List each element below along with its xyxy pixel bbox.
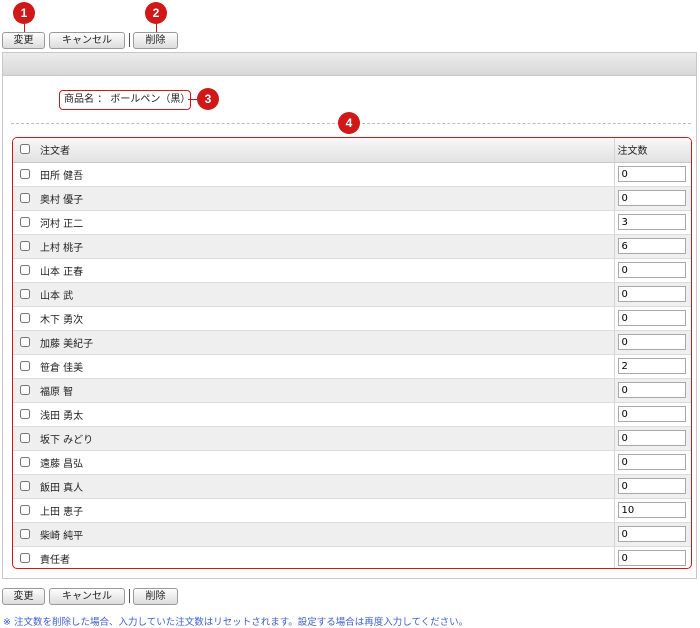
row-checkbox[interactable] [20, 384, 30, 395]
callout-line-1 [24, 24, 25, 32]
quantity-input[interactable] [617, 214, 686, 230]
orderer-name: 浅田 勇太 [37, 402, 614, 427]
table-row: 山本 武 [13, 282, 691, 307]
row-checkbox[interactable] [20, 288, 30, 299]
product-name-field: 商品名 ： ボールペン（黒） [59, 90, 191, 110]
row-checkbox[interactable] [20, 312, 30, 323]
quantity-input[interactable] [617, 262, 686, 278]
toolbar-separator-bottom [129, 589, 130, 603]
delete-button-bottom[interactable]: 削除 [133, 588, 178, 605]
column-header-orderer[interactable]: 注文者 [37, 138, 614, 163]
quantity-input[interactable] [617, 238, 686, 254]
row-checkbox[interactable] [20, 408, 30, 419]
table-row: 上田 恵子 [13, 498, 691, 523]
row-checkbox[interactable] [20, 552, 30, 563]
callout-badge-1: 1 [13, 2, 35, 24]
orderer-name: 福原 智 [37, 378, 614, 403]
footnote: ※ 注文数を削除した場合、入力していた注文数はリセットされます。設定する場合は再… [3, 617, 469, 628]
row-checkbox[interactable] [20, 336, 30, 347]
quantity-input[interactable] [617, 166, 686, 182]
row-checkbox[interactable] [20, 528, 30, 539]
row-checkbox[interactable] [20, 216, 30, 227]
row-checkbox[interactable] [20, 432, 30, 443]
callout-badge-4: 4 [338, 112, 360, 134]
orderer-name: 坂下 みどり [37, 426, 614, 451]
orderer-name: 飯田 真人 [37, 474, 614, 499]
table-row: 河村 正二 [13, 210, 691, 235]
order-table-container: 注文者 注文数 田所 健吾奥村 優子河村 正二上村 桃子山本 正春山本 武木下 … [12, 137, 692, 569]
select-all-checkbox[interactable] [20, 144, 30, 155]
callout-line-3 [188, 99, 197, 100]
table-header-row: 注文者 注文数 [13, 138, 691, 163]
change-button-bottom[interactable]: 変更 [2, 588, 45, 605]
quantity-input[interactable] [617, 454, 686, 470]
orderer-name: 上田 恵子 [37, 498, 614, 523]
table-row: 木下 勇次 [13, 306, 691, 331]
quantity-input[interactable] [617, 406, 686, 422]
table-row: 奥村 優子 [13, 186, 691, 211]
quantity-input[interactable] [617, 526, 686, 542]
orderer-name: 河村 正二 [37, 210, 614, 235]
quantity-input[interactable] [617, 478, 686, 494]
quantity-input[interactable] [617, 190, 686, 206]
table-row: 浅田 勇太 [13, 402, 691, 427]
quantity-input[interactable] [617, 334, 686, 350]
orderer-name: 責任者 [37, 546, 614, 568]
row-checkbox[interactable] [20, 456, 30, 467]
orderer-name: 加藤 美紀子 [37, 330, 614, 355]
callout-badge-2: 2 [145, 2, 167, 24]
product-label: 商品名 [64, 94, 94, 105]
row-checkbox[interactable] [20, 168, 30, 179]
row-checkbox[interactable] [20, 504, 30, 515]
table-row: 坂下 みどり [13, 426, 691, 451]
table-row: 山本 正春 [13, 258, 691, 283]
quantity-input[interactable] [617, 358, 686, 374]
table-row: 責任者 [13, 546, 691, 568]
quantity-input[interactable] [617, 310, 686, 326]
orderer-name: 田所 健吾 [37, 162, 614, 187]
order-table: 注文者 注文数 田所 健吾奥村 優子河村 正二上村 桃子山本 正春山本 武木下 … [13, 138, 691, 568]
orderer-name: 山本 武 [37, 282, 614, 307]
column-header-quantity[interactable]: 注文数 [613, 138, 691, 163]
toolbar-separator [129, 33, 130, 47]
quantity-input[interactable] [617, 502, 686, 518]
row-checkbox[interactable] [20, 264, 30, 275]
callout-badge-3: 3 [197, 88, 219, 110]
callout-line-2 [156, 24, 157, 32]
orderer-name: 山本 正春 [37, 258, 614, 283]
change-button-top[interactable]: 変更 [2, 32, 45, 49]
row-checkbox[interactable] [20, 480, 30, 491]
orderer-name: 柴崎 純平 [37, 522, 614, 547]
orderer-name: 上村 桃子 [37, 234, 614, 259]
table-row: 遠藤 昌弘 [13, 450, 691, 475]
product-separator: ： [97, 94, 108, 105]
table-row: 飯田 真人 [13, 474, 691, 499]
quantity-input[interactable] [617, 286, 686, 302]
orderer-name: 木下 勇次 [37, 306, 614, 331]
table-row: 笹倉 佳美 [13, 354, 691, 379]
quantity-input[interactable] [617, 430, 686, 446]
cancel-button-bottom[interactable]: キャンセル [49, 588, 125, 605]
table-row: 上村 桃子 [13, 234, 691, 259]
orderer-name: 笹倉 佳美 [37, 354, 614, 379]
table-row: 加藤 美紀子 [13, 330, 691, 355]
orderer-name: 奥村 優子 [37, 186, 614, 211]
cancel-button-top[interactable]: キャンセル [49, 32, 125, 49]
table-row: 田所 健吾 [13, 162, 691, 187]
quantity-input[interactable] [617, 550, 686, 566]
quantity-input[interactable] [617, 382, 686, 398]
orderer-name: 遠藤 昌弘 [37, 450, 614, 475]
product-name: ボールペン（黒） [110, 94, 191, 105]
row-checkbox[interactable] [20, 192, 30, 203]
row-checkbox[interactable] [20, 240, 30, 251]
delete-button-top[interactable]: 削除 [133, 32, 178, 49]
table-row: 福原 智 [13, 378, 691, 403]
panel-header [3, 53, 696, 76]
row-checkbox[interactable] [20, 360, 30, 371]
table-row: 柴崎 純平 [13, 522, 691, 547]
